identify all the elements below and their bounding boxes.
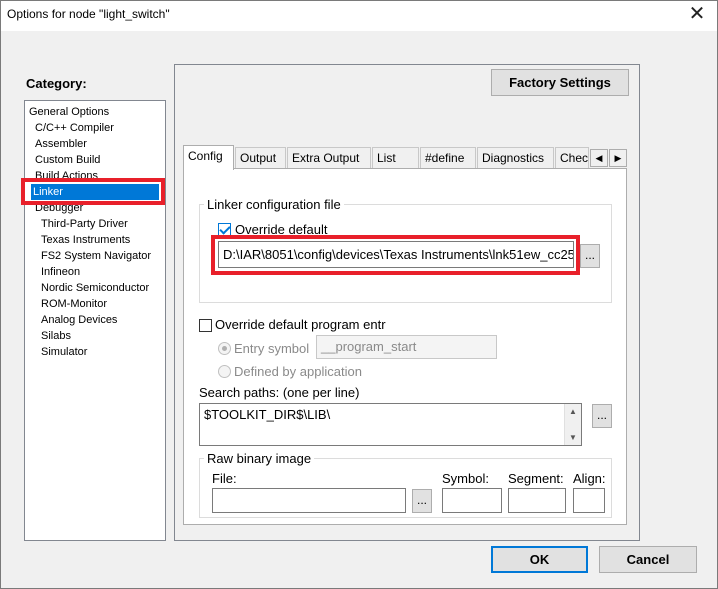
options-dialog: Options for node "light_switch" ✕ Catego…: [0, 0, 718, 589]
category-item-debugger[interactable]: Debugger: [33, 200, 85, 216]
category-label: Category:: [26, 76, 87, 91]
linker-config-path-input[interactable]: D:\IAR\8051\config\devices\Texas Instrum…: [218, 241, 574, 268]
tab-config[interactable]: Config: [183, 145, 234, 170]
category-item-linker[interactable]: Linker: [31, 184, 159, 200]
factory-settings-button[interactable]: Factory Settings: [491, 69, 629, 96]
tab-diagnostics[interactable]: Diagnostics: [477, 147, 554, 169]
entry-symbol-input[interactable]: __program_start: [316, 335, 497, 359]
file-browse-button[interactable]: ...: [412, 489, 432, 513]
category-item-infineon[interactable]: Infineon: [39, 264, 82, 280]
linker-config-browse-button[interactable]: ...: [580, 244, 600, 268]
defined-by-application-radio[interactable]: [218, 365, 231, 378]
window-title: Options for node "light_switch": [7, 7, 170, 21]
override-program-entry-label: Override default program entr: [215, 317, 386, 332]
override-default-checkbox[interactable]: [218, 223, 231, 236]
tab-extra-output[interactable]: Extra Output: [287, 147, 371, 169]
file-input[interactable]: [212, 488, 406, 513]
category-item-third-party-driver[interactable]: Third-Party Driver: [39, 216, 130, 232]
category-item-analog-devices[interactable]: Analog Devices: [39, 312, 119, 328]
category-item-nordic-semiconductor[interactable]: Nordic Semiconductor: [39, 280, 151, 296]
tab-define[interactable]: #define: [420, 147, 476, 169]
arrow-left-icon[interactable]: ◀: [590, 149, 608, 167]
category-item-general-options[interactable]: General Options: [27, 104, 111, 120]
category-item-rom-monitor[interactable]: ROM-Monitor: [39, 296, 109, 312]
category-item-silabs[interactable]: Silabs: [39, 328, 73, 344]
symbol-input[interactable]: [442, 488, 502, 513]
ok-button[interactable]: OK: [491, 546, 588, 573]
entry-symbol-radio[interactable]: [218, 342, 231, 355]
category-item-fs2-system-navigator[interactable]: FS2 System Navigator: [39, 248, 153, 264]
tab-list[interactable]: List: [372, 147, 419, 169]
segment-label: Segment:: [508, 471, 564, 486]
category-item-assembler[interactable]: Assembler: [33, 136, 89, 152]
title-bar: Options for node "light_switch" ✕: [1, 1, 717, 31]
scroll-up-icon[interactable]: ▲: [569, 407, 577, 416]
defined-by-application-label: Defined by application: [234, 364, 362, 379]
tab-output[interactable]: Output: [235, 147, 286, 169]
scroll-down-icon[interactable]: ▼: [569, 433, 577, 442]
search-paths-input[interactable]: $TOOLKIT_DIR$\LIB\: [199, 403, 582, 446]
arrow-right-icon[interactable]: ▶: [609, 149, 627, 167]
symbol-label: Symbol:: [442, 471, 489, 486]
search-paths-browse-button[interactable]: ...: [592, 404, 612, 428]
raw-binary-legend: Raw binary image: [204, 451, 315, 466]
category-item-build-actions[interactable]: Build Actions: [33, 168, 100, 184]
align-label: Align:: [573, 471, 606, 486]
category-item-texas-instruments[interactable]: Texas Instruments: [39, 232, 132, 248]
tab-check[interactable]: Chec: [555, 147, 589, 169]
segment-input[interactable]: [508, 488, 566, 513]
search-paths-label: Search paths: (one per line): [199, 385, 360, 400]
search-paths-scrollbar[interactable]: ▲ ▼: [564, 404, 581, 445]
category-item-custom-build[interactable]: Custom Build: [33, 152, 102, 168]
file-label: File:: [212, 471, 237, 486]
category-item-simulator[interactable]: Simulator: [39, 344, 89, 360]
override-default-label: Override default: [235, 222, 328, 237]
align-input[interactable]: [573, 488, 605, 513]
override-program-entry-checkbox[interactable]: [199, 319, 212, 332]
cancel-button[interactable]: Cancel: [599, 546, 697, 573]
close-icon[interactable]: ✕: [685, 3, 709, 27]
category-item-c-cpp-compiler[interactable]: C/C++ Compiler: [33, 120, 116, 136]
entry-symbol-label: Entry symbol: [234, 341, 310, 356]
category-list[interactable]: General Options C/C++ Compiler Assembler…: [24, 100, 166, 541]
linker-config-legend: Linker configuration file: [204, 197, 344, 212]
